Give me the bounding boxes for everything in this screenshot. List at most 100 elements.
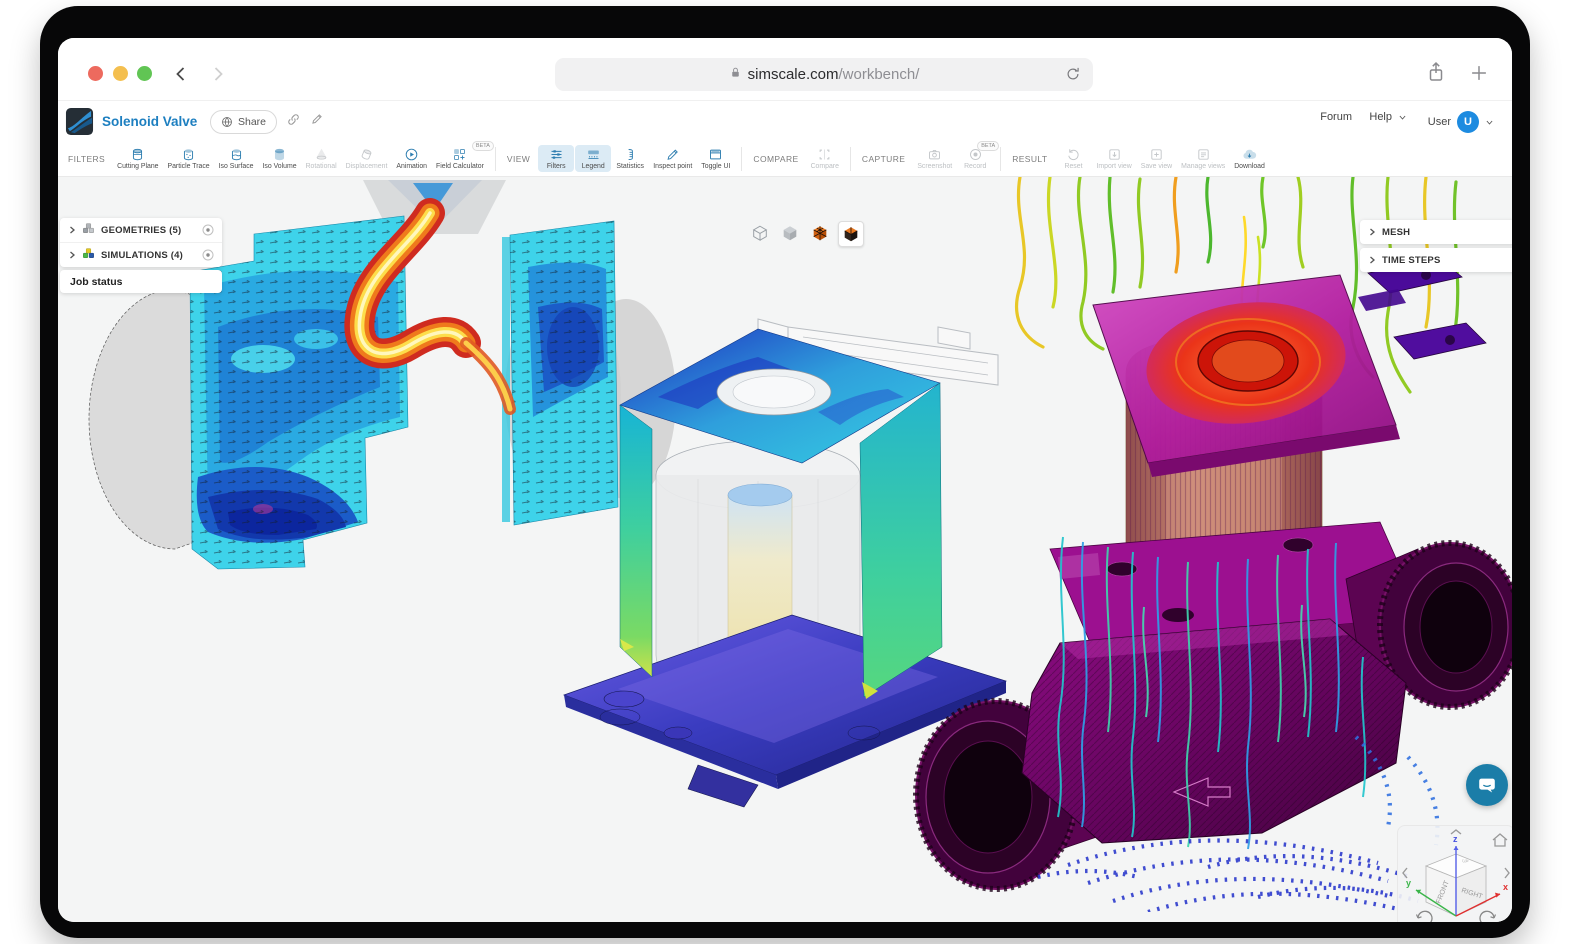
- toolbar-button-import-view[interactable]: Import view: [1093, 145, 1136, 172]
- globe-icon: [221, 116, 233, 128]
- compare-icon: [817, 147, 832, 162]
- rename-pencil-icon[interactable]: [310, 112, 324, 131]
- screenshot-icon: [927, 147, 942, 162]
- help-menu[interactable]: Help: [1369, 111, 1407, 123]
- browser-share-icon[interactable]: [1424, 60, 1448, 89]
- beta-badge: BETA: [472, 141, 494, 151]
- zoom-window-button[interactable]: [137, 66, 152, 81]
- toolbar-button-download[interactable]: Download: [1230, 145, 1269, 172]
- toolbar-button-field-calculator[interactable]: BETA Field Calculator: [432, 145, 488, 172]
- share-button[interactable]: Share: [210, 110, 277, 134]
- filters-icon: [549, 147, 564, 162]
- axis-y-label: y: [1406, 878, 1411, 888]
- simscale-logo[interactable]: [65, 107, 94, 141]
- toolbar-button-cutting-plane[interactable]: Cutting Plane: [113, 145, 162, 172]
- toolbar-button-screenshot[interactable]: Screenshot: [913, 145, 956, 172]
- scene-tree-panel: GEOMETRIES (5) SIMULATIONS (4): [60, 218, 222, 267]
- chevron-right-icon[interactable]: [1368, 256, 1376, 264]
- time-steps-panel[interactable]: TIME STEPS: [1360, 248, 1512, 272]
- forum-link[interactable]: Forum: [1320, 111, 1352, 123]
- url-domain: simscale.com: [748, 66, 839, 83]
- toolbar-button-toggle-ui[interactable]: Toggle UI: [697, 145, 734, 172]
- animation-icon: [404, 147, 419, 162]
- legend-icon: [586, 147, 601, 162]
- iso-volume-icon: [272, 147, 287, 162]
- geometry-view-icon[interactable]: [748, 221, 772, 245]
- chat-bubble-icon: [1476, 774, 1498, 796]
- statistics-icon: [623, 147, 638, 162]
- toolbar-button-filters[interactable]: Filters: [538, 145, 574, 172]
- 3d-viewport[interactable]: GEOMETRIES (5) SIMULATIONS (4) Job statu…: [58, 177, 1512, 922]
- support-chat-button[interactable]: [1466, 764, 1508, 806]
- job-status-label: Job status: [60, 270, 222, 293]
- mesh-view-icon[interactable]: [808, 221, 832, 245]
- user-menu[interactable]: User U: [1428, 111, 1494, 133]
- reload-icon[interactable]: [1064, 65, 1082, 87]
- minimize-window-button[interactable]: [113, 66, 128, 81]
- toolbar-button-rotational[interactable]: Rotational: [302, 145, 341, 172]
- chevron-right-icon[interactable]: [68, 251, 76, 259]
- toolbar-button-displacement[interactable]: Displacement: [342, 145, 392, 172]
- visibility-toggle-icon[interactable]: [202, 249, 214, 261]
- close-window-button[interactable]: [88, 66, 103, 81]
- toggle-ui-icon: [708, 147, 723, 162]
- cutting-plane-icon: [130, 147, 145, 162]
- toolbar-button-animation[interactable]: Animation: [392, 145, 431, 172]
- toolbar-button-compare[interactable]: Compare: [807, 145, 843, 172]
- displacement-icon: [359, 147, 374, 162]
- toolbar-button-legend[interactable]: Legend: [575, 145, 611, 172]
- tree-item-geometries[interactable]: GEOMETRIES (5): [60, 218, 222, 242]
- nav-roll-cw-icon[interactable]: [1480, 911, 1495, 922]
- copy-link-icon[interactable]: [286, 112, 301, 132]
- shaded-view-icon[interactable]: [778, 221, 802, 245]
- particle-trace-icon: [181, 147, 196, 162]
- address-bar[interactable]: simscale.com/workbench/: [555, 58, 1093, 91]
- navigation-cube-panel: FRONT RIGHT UP z y x: [1397, 825, 1512, 922]
- app-header: Solenoid Valve Share Forum Help User U: [58, 100, 1512, 142]
- inspect-point-icon: [665, 147, 680, 162]
- download-icon: [1242, 147, 1257, 162]
- toolbar-button-iso-surface[interactable]: Iso Surface: [215, 145, 258, 172]
- manage-views-icon: [1196, 147, 1211, 162]
- project-title: Solenoid Valve: [102, 114, 197, 129]
- toolbar-button-record[interactable]: BETA Record: [957, 145, 993, 172]
- job-status-panel[interactable]: Job status: [60, 270, 222, 293]
- field-calculator-icon: [452, 147, 467, 162]
- new-tab-icon[interactable]: [1468, 62, 1490, 89]
- toolbar-button-iso-volume[interactable]: Iso Volume: [258, 145, 300, 172]
- nav-rotate-right-icon[interactable]: [1505, 868, 1509, 878]
- chevron-down-icon: [1485, 118, 1494, 127]
- toolbar-button-save-view[interactable]: Save view: [1137, 145, 1176, 172]
- iso-surface-icon: [229, 147, 244, 162]
- mesh-panel[interactable]: MESH: [1360, 220, 1512, 244]
- nav-roll-ccw-icon[interactable]: [1417, 911, 1432, 922]
- url-path: workbench/: [843, 66, 920, 83]
- toolbar-button-statistics[interactable]: Statistics: [612, 145, 648, 172]
- toolbar-button-inspect-point[interactable]: Inspect point: [649, 145, 696, 172]
- view-cube[interactable]: FRONT RIGHT UP z y x: [1406, 834, 1508, 916]
- visibility-toggle-icon[interactable]: [202, 224, 214, 236]
- chevron-right-icon[interactable]: [68, 226, 76, 234]
- chevron-right-icon[interactable]: [1368, 228, 1376, 236]
- beta-badge: BETA: [977, 141, 999, 151]
- geometries-icon: [82, 222, 95, 238]
- rotational-icon: [314, 147, 329, 162]
- import-view-icon: [1107, 147, 1122, 162]
- reset-icon: [1066, 147, 1081, 162]
- browser-back-button[interactable]: [171, 64, 191, 89]
- browser-forward-button[interactable]: [208, 64, 228, 89]
- browser-window: simscale.com/workbench/ Solenoid Valve S…: [58, 38, 1512, 922]
- avatar: U: [1457, 111, 1479, 133]
- toolbar-button-particle-trace[interactable]: Particle Trace: [164, 145, 214, 172]
- view-mode-switcher: [748, 221, 864, 247]
- solenoid-mesh-view: [916, 177, 1512, 912]
- axis-z-label: z: [1453, 834, 1458, 844]
- tree-item-simulations[interactable]: SIMULATIONS (4): [60, 242, 222, 267]
- toolbar-button-manage-views[interactable]: Manage views: [1177, 145, 1229, 172]
- nav-home-icon[interactable]: [1493, 834, 1507, 846]
- chevron-down-icon: [1398, 113, 1407, 122]
- nav-rotate-left-icon[interactable]: [1403, 868, 1407, 878]
- lock-icon: [729, 66, 742, 83]
- mesh-surface-view-icon[interactable]: [838, 221, 864, 247]
- toolbar-button-reset[interactable]: Reset: [1056, 145, 1092, 172]
